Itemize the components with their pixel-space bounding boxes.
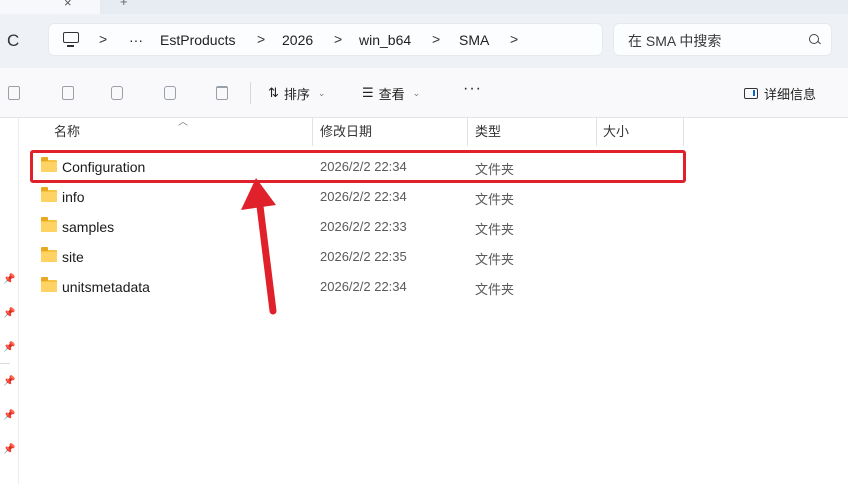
view-label: 查看 <box>378 86 405 102</box>
folder-icon <box>41 217 57 232</box>
copy-icon[interactable] <box>8 86 20 100</box>
file-modified: 2026/2/2 22:35 <box>320 249 407 264</box>
more-options-button[interactable]: ··· <box>463 80 482 98</box>
file-modified: 2026/2/2 22:33 <box>320 219 407 234</box>
pin-icon[interactable]: 📌 <box>3 444 15 455</box>
file-type: 文件夹 <box>475 192 515 207</box>
nav-divider <box>0 363 10 364</box>
file-type: 文件夹 <box>475 222 515 237</box>
address-bar[interactable]: > ··· EstProducts > 2026 > win_b64 > SMA… <box>48 23 603 56</box>
file-name: unitsmetadata <box>62 279 150 295</box>
folder-icon <box>41 247 57 262</box>
column-header-type[interactable]: 类型 <box>475 118 501 146</box>
chevron-right-icon[interactable]: > <box>257 31 265 47</box>
details-label: 详细信息 <box>764 86 817 102</box>
sort-button[interactable]: ⇅ 排序 ⌄ <box>268 83 325 103</box>
breadcrumb-win-b64[interactable]: win_b64 <box>359 32 411 48</box>
file-row-samples[interactable]: samples 2026/2/2 22:33 文件夹 <box>32 212 684 242</box>
column-divider[interactable] <box>312 118 313 146</box>
chevron-down-icon: ⌄ <box>412 87 421 98</box>
column-header-modified[interactable]: 修改日期 <box>320 118 372 146</box>
breadcrumb-2026[interactable]: 2026 <box>282 32 313 48</box>
sort-label: 排序 <box>283 86 310 102</box>
column-header-size[interactable]: 大小 <box>603 118 629 146</box>
file-name: info <box>62 189 85 205</box>
chevron-right-icon[interactable]: > <box>334 31 342 47</box>
column-divider[interactable] <box>467 118 468 146</box>
column-divider[interactable] <box>683 118 684 146</box>
pin-icon[interactable]: 📌 <box>3 308 15 319</box>
delete-icon[interactable] <box>216 86 228 100</box>
sort-ascending-icon: ︿ <box>178 117 188 128</box>
file-type: 文件夹 <box>475 282 515 297</box>
share-icon[interactable] <box>164 86 176 100</box>
toolbar-divider <box>250 82 251 104</box>
chevron-right-icon[interactable]: > <box>510 31 518 47</box>
chevron-right-icon[interactable]: > <box>432 31 440 47</box>
search-box[interactable] <box>613 23 832 56</box>
pin-icon[interactable]: 📌 <box>3 376 15 387</box>
pin-icon[interactable]: 📌 <box>3 274 15 285</box>
file-row-info[interactable]: info 2026/2/2 22:34 文件夹 <box>32 182 684 212</box>
search-icon[interactable] <box>809 34 819 44</box>
column-divider[interactable] <box>596 118 597 146</box>
file-type: 文件夹 <box>475 252 515 267</box>
highlight-box <box>30 150 686 183</box>
pin-icon[interactable]: 📌 <box>3 410 15 421</box>
new-tab-icon[interactable]: + <box>120 0 128 9</box>
pin-icon[interactable]: 📌 <box>3 342 15 353</box>
details-pane-button[interactable]: 详细信息 <box>744 83 816 103</box>
command-bar: ⇅ 排序 ⌄ ☰ 查看 ⌄ ··· 详细信息 <box>0 68 848 118</box>
file-modified: 2026/2/2 22:34 <box>320 279 407 294</box>
file-name: samples <box>62 219 115 235</box>
file-modified: 2026/2/2 22:34 <box>320 189 407 204</box>
breadcrumb-overflow[interactable]: ··· <box>129 32 143 48</box>
tab-close-icon[interactable]: × <box>64 0 72 10</box>
details-pane-icon <box>744 87 758 99</box>
address-row: C > ··· EstProducts > 2026 > win_b64 > S… <box>0 14 848 68</box>
view-icon: ☰ <box>362 85 374 100</box>
folder-icon <box>41 187 57 202</box>
column-header-name[interactable]: 名称 <box>54 118 80 146</box>
navigation-pane[interactable]: 📌 📌 📌 📌 📌 📌 <box>0 118 19 484</box>
annotation-arrow <box>241 178 277 315</box>
sort-icon: ⇅ <box>268 85 279 100</box>
breadcrumb-estproducts[interactable]: EstProducts <box>160 32 235 48</box>
chevron-right-icon[interactable]: > <box>99 31 107 47</box>
tab-strip: × + <box>0 0 848 14</box>
rename-icon[interactable] <box>111 86 123 100</box>
file-row-unitsmetadata[interactable]: unitsmetadata 2026/2/2 22:34 文件夹 <box>32 272 684 302</box>
active-tab[interactable] <box>0 0 100 14</box>
file-row-site[interactable]: site 2026/2/2 22:35 文件夹 <box>32 242 684 272</box>
breadcrumb-sma[interactable]: SMA <box>459 32 489 48</box>
this-pc-icon[interactable] <box>63 32 79 47</box>
view-button[interactable]: ☰ 查看 ⌄ <box>362 83 420 103</box>
chevron-down-icon: ⌄ <box>317 87 326 98</box>
file-name: site <box>62 249 84 265</box>
search-input[interactable] <box>626 30 800 52</box>
folder-icon <box>41 277 57 292</box>
refresh-icon[interactable]: C <box>7 31 19 51</box>
paste-icon[interactable] <box>62 86 74 100</box>
